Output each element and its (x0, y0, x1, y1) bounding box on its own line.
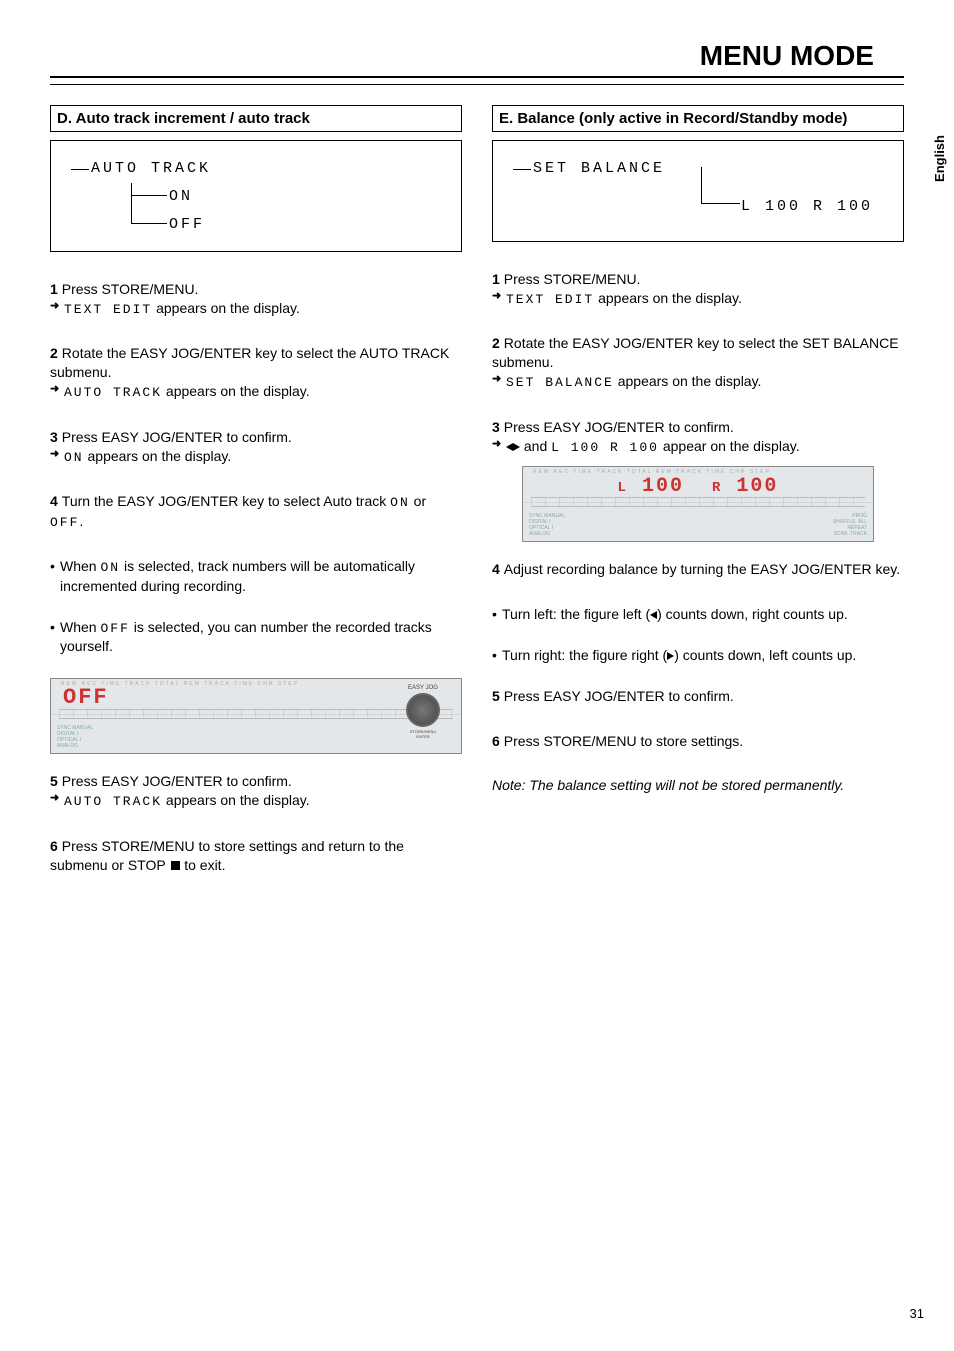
display-code: AUTO TRACK (64, 385, 162, 400)
display-code: ON (100, 560, 120, 575)
column-left: D. Auto track increment / auto track AUT… (50, 105, 462, 900)
bullet: When ON is selected, track numbers will … (50, 557, 462, 595)
lcd-text: ON (169, 188, 193, 205)
step-3: 3Press EASY JOG/ENTER to confirm. ON app… (50, 428, 462, 466)
bullet: Turn right: the figure right () counts d… (492, 646, 904, 665)
display-code: L 100 R 100 (551, 440, 659, 455)
display-code: TEXT EDIT (64, 302, 152, 317)
bullet: Turn left: the figure left () counts dow… (492, 605, 904, 624)
triangle-pair-icon (506, 438, 520, 454)
step-4r: 4Adjust recording balance by turning the… (492, 560, 904, 579)
lcd-text: OFF (169, 216, 205, 233)
section-d-header: D. Auto track increment / auto track (50, 105, 462, 132)
step-2r: 2Rotate the EASY JOG/ENTER key to select… (492, 334, 904, 391)
step-6: 6Press STORE/MENU to store settings and … (50, 837, 462, 875)
step-6r: 6Press STORE/MENU to store settings. (492, 732, 904, 751)
section-e-header: E. Balance (only active in Record/Standb… (492, 105, 904, 132)
device-display-diagram: REM REC TIME TRACK TOTAL REM TRACK TIME … (50, 678, 462, 754)
step-1r: 1Press STORE/MENU. TEXT EDIT appears on … (492, 270, 904, 308)
lcd-text: SET BALANCE (533, 160, 665, 177)
column-right: E. Balance (only active in Record/Standb… (492, 105, 904, 900)
step-2: 2Rotate the EASY JOG/ENTER key to select… (50, 344, 462, 401)
display-code: OFF (100, 621, 129, 636)
easy-jog-illustration: EASY JOG STORE/MENU ENTER (393, 685, 453, 739)
rule-thin (50, 84, 904, 85)
step-4: 4Turn the EASY JOG/ENTER key to select A… (50, 492, 462, 531)
lcd-text: AUTO TRACK (91, 160, 211, 177)
bullet: When OFF is selected, you can number the… (50, 618, 462, 656)
display-code: ON (390, 495, 410, 510)
page-title: MENU MODE (50, 40, 904, 72)
lcd-text: L 100 R 100 (741, 198, 873, 215)
step-1: 1Press STORE/MENU. TEXT EDIT appears on … (50, 280, 462, 318)
display-code: TEXT EDIT (506, 292, 594, 307)
lcd-tree-auto-track: AUTO TRACK ON OFF (50, 140, 462, 252)
language-tab: English (916, 150, 936, 168)
step-3r: 3Press EASY JOG/ENTER to confirm. and L … (492, 418, 904, 456)
stop-icon (171, 861, 180, 870)
step-5r: 5Press EASY JOG/ENTER to confirm. (492, 687, 904, 706)
page-number: 31 (910, 1306, 924, 1321)
display-code: AUTO TRACK (64, 794, 162, 809)
step-5: 5Press EASY JOG/ENTER to confirm. AUTO T… (50, 772, 462, 810)
note-text: Note: The balance setting will not be st… (492, 777, 904, 793)
jog-wheel-icon (406, 693, 440, 727)
display-code: SET BALANCE (506, 375, 614, 390)
device-display-diagram: REM REC TIME TRACK TOTAL REM TRACK TIME … (522, 466, 874, 542)
display-code: ON (64, 450, 84, 465)
lcd-tree-balance: SET BALANCE L 100 R 100 (492, 140, 904, 242)
display-code: OFF (50, 515, 79, 530)
display-seg-off: OFF (63, 685, 109, 710)
rule-thick (50, 76, 904, 78)
